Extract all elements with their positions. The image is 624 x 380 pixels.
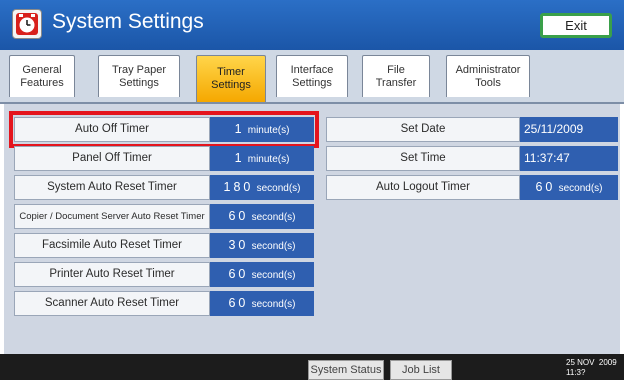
tab-interface-settings[interactable]: Interface Settings bbox=[276, 55, 348, 97]
tab-file-transfer[interactable]: File Transfer bbox=[362, 55, 430, 97]
setting-value[interactable]: 180 second(s) bbox=[210, 175, 314, 200]
setting-label: Facsimile Auto Reset Timer bbox=[14, 233, 210, 258]
setting-label: Printer Auto Reset Timer bbox=[14, 262, 210, 287]
status-date: 25 NOV 2009 bbox=[566, 358, 617, 367]
setting-value[interactable]: 11:37:47 bbox=[520, 146, 618, 171]
tab-label: Administrator Tools bbox=[455, 63, 521, 89]
setting-auto-logout-timer[interactable]: Auto Logout Timer 60 second(s) bbox=[326, 175, 618, 200]
setting-set-date[interactable]: Set Date 25/11/2009 bbox=[326, 117, 618, 142]
setting-value[interactable]: 60 second(s) bbox=[210, 262, 314, 287]
setting-panel-off-timer[interactable]: Panel Off Timer 1 minute(s) bbox=[14, 146, 314, 171]
setting-value[interactable]: 30 second(s) bbox=[210, 233, 314, 258]
tab-timer-settings[interactable]: Timer Settings bbox=[196, 55, 266, 102]
setting-label: Scanner Auto Reset Timer bbox=[14, 291, 210, 316]
tab-label: File Transfer bbox=[375, 63, 417, 89]
setting-label: Copier / Document Server Auto Reset Time… bbox=[14, 204, 210, 229]
setting-label: Set Date bbox=[326, 117, 520, 142]
exit-button[interactable]: Exit bbox=[540, 13, 612, 38]
clock-icon bbox=[12, 9, 42, 39]
setting-value[interactable]: 60 second(s) bbox=[210, 204, 314, 229]
value-unit: second(s) bbox=[558, 183, 603, 194]
value-unit: second(s) bbox=[251, 270, 296, 281]
setting-printer-auto-reset-timer[interactable]: Printer Auto Reset Timer 60 second(s) bbox=[14, 262, 314, 287]
value-number: 30 bbox=[228, 238, 249, 252]
value-number: 60 bbox=[228, 209, 249, 223]
tab-administrator-tools[interactable]: Administrator Tools bbox=[446, 55, 530, 97]
window-title: System Settings bbox=[52, 10, 204, 33]
setting-set-time[interactable]: Set Time 11:37:47 bbox=[326, 146, 618, 171]
tab-bar: General Features Tray Paper Settings Tim… bbox=[0, 50, 624, 104]
value-unit: second(s) bbox=[251, 241, 296, 252]
setting-value[interactable]: 60 second(s) bbox=[520, 175, 618, 200]
setting-copier-document-server-auto-reset-timer[interactable]: Copier / Document Server Auto Reset Time… bbox=[14, 204, 314, 229]
value-unit: second(s) bbox=[251, 212, 296, 223]
tab-label: General Features bbox=[20, 63, 64, 89]
selection-highlight bbox=[9, 111, 319, 148]
value-number: 180 bbox=[223, 180, 254, 194]
value-unit: second(s) bbox=[256, 183, 301, 194]
tab-label: Interface Settings bbox=[290, 63, 334, 89]
setting-label: Set Time bbox=[326, 146, 520, 171]
setting-scanner-auto-reset-timer[interactable]: Scanner Auto Reset Timer 60 second(s) bbox=[14, 291, 314, 316]
screen: System Settings Exit General Features Tr… bbox=[0, 0, 624, 380]
title-bar: System Settings Exit bbox=[0, 0, 624, 50]
setting-system-auto-reset-timer[interactable]: System Auto Reset Timer 180 second(s) bbox=[14, 175, 314, 200]
value-number: 60 bbox=[535, 180, 556, 194]
setting-value[interactable]: 1 minute(s) bbox=[210, 146, 314, 171]
system-status-button[interactable]: System Status bbox=[308, 360, 384, 380]
tab-label: Tray Paper Settings bbox=[111, 63, 166, 89]
value-number: 1 bbox=[234, 151, 245, 165]
job-list-button[interactable]: Job List bbox=[390, 360, 452, 380]
tab-label: Timer Settings bbox=[211, 66, 251, 91]
setting-facsimile-auto-reset-timer[interactable]: Facsimile Auto Reset Timer 30 second(s) bbox=[14, 233, 314, 258]
setting-label: System Auto Reset Timer bbox=[14, 175, 210, 200]
setting-label: Panel Off Timer bbox=[14, 146, 210, 171]
tab-tray-paper-settings[interactable]: Tray Paper Settings bbox=[98, 55, 180, 97]
setting-value[interactable]: 60 second(s) bbox=[210, 291, 314, 316]
value-unit: second(s) bbox=[251, 299, 296, 310]
date-time-display: 25 NOV 2009 11:3? bbox=[566, 358, 617, 378]
status-time: 11:3? bbox=[566, 368, 586, 377]
tab-general-features[interactable]: General Features bbox=[9, 55, 75, 97]
setting-value[interactable]: 25/11/2009 bbox=[520, 117, 618, 142]
value-unit: minute(s) bbox=[247, 154, 290, 165]
setting-label: Auto Logout Timer bbox=[326, 175, 520, 200]
value-number: 60 bbox=[228, 267, 249, 281]
status-bar: System Status Job List 25 NOV 2009 11:3? bbox=[0, 354, 624, 380]
value-number: 60 bbox=[228, 296, 249, 310]
